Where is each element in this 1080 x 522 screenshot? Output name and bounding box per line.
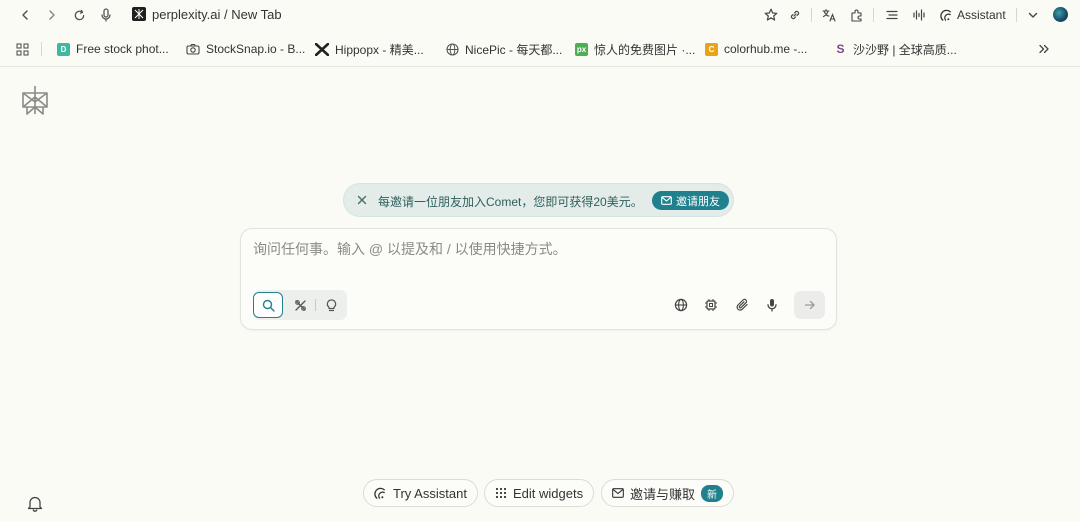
bookmark-favicon: px	[575, 42, 588, 56]
forward-icon[interactable]	[41, 4, 63, 26]
search-mode-group	[253, 290, 347, 320]
web-source-button[interactable]	[669, 293, 693, 317]
perplexity-logo[interactable]	[20, 84, 50, 116]
mail-icon	[661, 196, 672, 205]
bookmark-label: 沙沙野 | 全球高质...	[853, 42, 957, 57]
globe-icon	[446, 42, 459, 56]
link-icon[interactable]	[785, 5, 805, 25]
microphone-icon	[767, 299, 777, 312]
cpu-icon	[705, 299, 717, 311]
assistant-label: Assistant	[957, 8, 1006, 22]
invite-friends-button[interactable]: 邀请朋友	[652, 191, 729, 210]
star-icon[interactable]	[761, 5, 781, 25]
profile-avatar[interactable]	[1053, 7, 1068, 22]
invite-earn-label: 邀请与赚取	[630, 486, 696, 502]
new-badge: 新	[701, 484, 724, 502]
reader-list-icon[interactable]	[882, 5, 902, 25]
reload-icon[interactable]	[68, 4, 90, 26]
perplexity-favicon	[132, 7, 146, 21]
bookmark-item[interactable]: NicePic - 每天都...	[446, 41, 562, 57]
tab-title[interactable]: perplexity.ai / New Tab	[152, 7, 282, 22]
bookmark-favicon: C	[705, 42, 718, 56]
toolbar-divider	[873, 8, 874, 22]
assistant-icon	[374, 487, 385, 499]
research-icon	[294, 299, 306, 311]
mail-icon	[612, 488, 624, 498]
assistant-icon	[940, 9, 951, 21]
search-box	[240, 228, 837, 330]
bookmark-label: 惊人的免费图片 ·...	[594, 42, 696, 57]
more-bookmarks-icon[interactable]	[1038, 41, 1050, 57]
toolbar-border	[0, 66, 1080, 67]
paperclip-icon	[736, 298, 748, 311]
apps-grid-icon[interactable]	[16, 41, 29, 57]
bookmark-favicon: D	[57, 42, 70, 56]
try-assistant-button[interactable]: Try Assistant	[363, 479, 478, 507]
attach-button[interactable]	[730, 293, 754, 317]
camera-icon	[186, 43, 200, 55]
globe-icon	[674, 298, 688, 312]
edit-widgets-button[interactable]: Edit widgets	[484, 479, 595, 507]
back-icon[interactable]	[14, 4, 36, 26]
bookmark-item[interactable]: px 惊人的免费图片 ·...	[575, 41, 695, 57]
edit-widgets-label: Edit widgets	[513, 485, 584, 501]
search-input[interactable]	[253, 239, 813, 259]
bookmark-item[interactable]: D Free stock phot...	[57, 41, 169, 57]
notifications-bell-icon[interactable]	[25, 493, 45, 513]
assistant-button[interactable]: Assistant	[940, 5, 1006, 25]
bookmark-label: Hippopx - 精美...	[335, 42, 424, 57]
submit-button[interactable]	[794, 291, 825, 319]
invite-banner: 每邀请一位朋友加入Comet，您即可获得20美元。 邀请朋友	[343, 183, 734, 217]
toolbar-divider	[811, 8, 812, 22]
audio-wave-icon[interactable]	[909, 5, 929, 25]
bookmark-favicon: S	[836, 42, 845, 56]
bookmark-item[interactable]: C colorhub.me -...	[705, 41, 807, 57]
arrow-right-icon	[804, 300, 815, 310]
chevron-down-icon[interactable]	[1023, 5, 1043, 25]
search-mode-button[interactable]	[253, 292, 283, 318]
search-icon	[262, 299, 275, 312]
bookmark-label: colorhub.me -...	[724, 42, 808, 56]
lightbulb-icon	[326, 298, 336, 311]
close-icon[interactable]	[354, 192, 370, 208]
bookmark-item[interactable]: S 沙沙野 | 全球高质...	[834, 41, 957, 57]
hippopx-icon	[315, 42, 329, 56]
bookmark-label: NicePic - 每天都...	[465, 42, 563, 57]
labs-mode-button[interactable]	[316, 292, 346, 318]
bookmark-label: StockSnap.io - B...	[206, 42, 306, 56]
browser-toolbar: perplexity.ai / New Tab Assistant	[0, 0, 1080, 30]
invite-friends-label: 邀请朋友	[676, 195, 720, 208]
bookmark-item[interactable]: Hippopx - 精美...	[315, 41, 424, 57]
translate-icon[interactable]	[819, 5, 839, 25]
invite-banner-text: 每邀请一位朋友加入Comet，您即可获得20美元。	[378, 195, 643, 209]
research-mode-button[interactable]	[285, 292, 315, 318]
voice-input-button[interactable]	[760, 293, 784, 317]
bookmarks-divider	[41, 42, 42, 56]
model-select-button[interactable]	[699, 293, 723, 317]
bookmark-label: Free stock phot...	[76, 42, 169, 56]
toolbar-divider	[1016, 8, 1017, 22]
dots-grid-icon	[495, 487, 507, 499]
try-assistant-label: Try Assistant	[393, 485, 467, 501]
invite-earn-button[interactable]: 邀请与赚取 新	[601, 479, 735, 507]
microphone-icon[interactable]	[95, 4, 117, 26]
bookmarks-bar: D Free stock phot... StockSnap.io - B...…	[0, 34, 1080, 64]
bookmark-item[interactable]: StockSnap.io - B...	[186, 41, 305, 57]
extensions-icon[interactable]	[847, 5, 867, 25]
